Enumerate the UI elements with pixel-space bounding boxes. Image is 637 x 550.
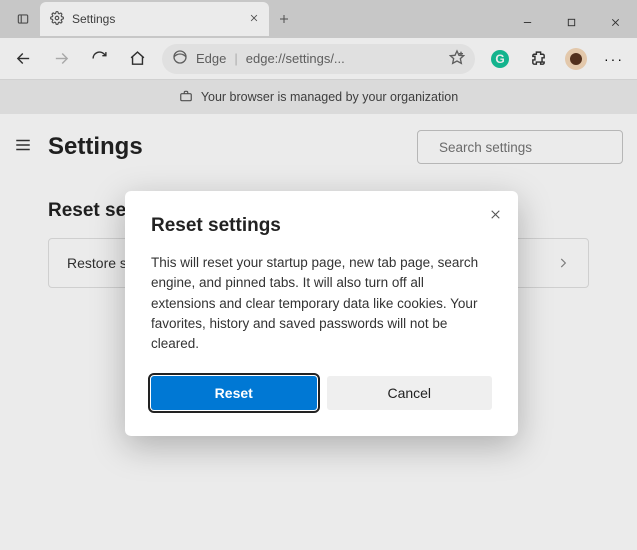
- dialog-body: This will reset your startup page, new t…: [151, 253, 492, 354]
- cancel-button[interactable]: Cancel: [327, 376, 493, 410]
- dialog-close-button[interactable]: [486, 205, 504, 223]
- reset-button[interactable]: Reset: [151, 376, 317, 410]
- dialog-title: Reset settings: [151, 215, 492, 237]
- reset-settings-dialog: Reset settings This will reset your star…: [125, 191, 518, 436]
